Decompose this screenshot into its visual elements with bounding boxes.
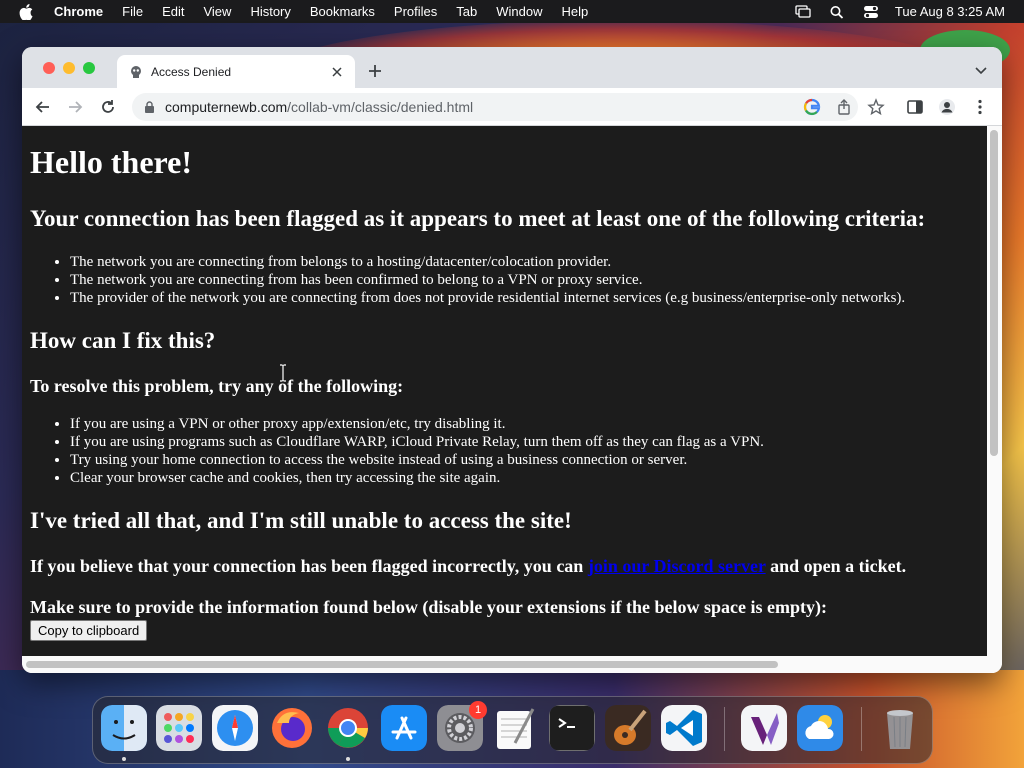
dock-separator xyxy=(861,707,862,751)
weather-icon[interactable] xyxy=(797,705,843,751)
tab-title: Access Denied xyxy=(151,65,232,79)
vscode-icon[interactable] xyxy=(661,705,707,751)
safari-icon[interactable] xyxy=(212,705,258,751)
horizontal-scrollbar[interactable] xyxy=(22,656,1002,673)
control-center-icon[interactable] xyxy=(863,5,879,19)
vertical-scrollbar[interactable] xyxy=(987,126,1002,656)
menu-bar: Chrome File Edit View History Bookmarks … xyxy=(0,0,1024,23)
tab-strip: Access Denied xyxy=(22,47,1002,88)
tab-favicon-icon xyxy=(131,66,141,78)
list-item: If you are using a VPN or other proxy ap… xyxy=(70,415,764,433)
menu-view[interactable]: View xyxy=(203,4,231,19)
flagged-suffix: and open a ticket. xyxy=(765,556,907,576)
trash-icon[interactable] xyxy=(877,705,923,751)
steps-list: If you are using a VPN or other proxy ap… xyxy=(30,415,764,487)
list-item: Clear your browser cache and cookies, th… xyxy=(70,469,764,487)
menu-history[interactable]: History xyxy=(250,4,290,19)
url-text[interactable]: computernewb.com/collab-vm/classic/denie… xyxy=(165,99,473,115)
lock-icon[interactable] xyxy=(144,101,155,113)
bookmark-star-icon[interactable] xyxy=(867,98,885,116)
google-lens-icon[interactable] xyxy=(803,98,821,116)
provide-info-text: Make sure to provide the information fou… xyxy=(30,597,828,617)
url-domain: computernewb.com xyxy=(165,99,288,115)
app-store-icon[interactable] xyxy=(381,705,427,751)
criteria-list: The network you are connecting from belo… xyxy=(30,253,905,307)
window-zoom-button[interactable] xyxy=(83,62,95,74)
discord-link[interactable]: join our Discord server xyxy=(588,556,766,576)
more-menu-icon[interactable] xyxy=(971,98,989,116)
browser-toolbar: computernewb.com/collab-vm/classic/denie… xyxy=(22,88,1002,125)
reload-icon[interactable] xyxy=(99,98,117,116)
firefox-icon[interactable] xyxy=(269,705,315,751)
fix-heading: How can I fix this? xyxy=(30,328,216,353)
browser-window: Access Denied computernewb.com/collab-vm… xyxy=(22,47,1002,673)
flagged-incorrectly-text: If you believe that your connection has … xyxy=(30,556,906,577)
chrome-icon[interactable] xyxy=(325,705,371,751)
new-tab-icon[interactable] xyxy=(367,63,383,79)
garageband-icon[interactable] xyxy=(605,705,651,751)
url-path: /collab-vm/classic/denied.html xyxy=(287,99,474,115)
menu-app-name[interactable]: Chrome xyxy=(54,4,103,19)
share-icon[interactable] xyxy=(835,98,853,116)
menu-tab[interactable]: Tab xyxy=(456,4,477,19)
menu-bookmarks[interactable]: Bookmarks xyxy=(310,4,375,19)
horizontal-scroll-thumb[interactable] xyxy=(26,661,778,668)
screen-mirroring-icon[interactable] xyxy=(795,4,811,19)
window-minimize-button[interactable] xyxy=(63,62,75,74)
apple-menu-icon[interactable] xyxy=(19,3,33,20)
list-item: The network you are connecting from belo… xyxy=(70,253,905,271)
copy-to-clipboard-button[interactable]: Copy to clipboard xyxy=(30,620,148,641)
running-indicator xyxy=(122,757,126,761)
tab-close-icon[interactable] xyxy=(329,64,345,80)
menu-clock[interactable]: Tue Aug 8 3:25 AM xyxy=(895,4,1005,19)
menu-edit[interactable]: Edit xyxy=(162,4,184,19)
tab-access-denied[interactable]: Access Denied xyxy=(117,55,355,88)
list-item: The provider of the network you are conn… xyxy=(70,289,905,307)
page-title: Hello there! xyxy=(30,144,193,180)
finder-icon[interactable] xyxy=(101,705,147,751)
spotlight-search-icon[interactable] xyxy=(829,5,845,19)
launchpad-icon[interactable] xyxy=(156,705,202,751)
menu-profiles[interactable]: Profiles xyxy=(394,4,437,19)
dock-separator xyxy=(724,707,725,751)
menu-window[interactable]: Window xyxy=(496,4,542,19)
menu-help[interactable]: Help xyxy=(562,4,589,19)
dock: 1 xyxy=(92,696,933,764)
still-unable-heading: I've tried all that, and I'm still unabl… xyxy=(30,508,572,533)
window-close-button[interactable] xyxy=(43,62,55,74)
page-content: Hello there! Your connection has been fl… xyxy=(22,126,987,656)
resolve-heading: To resolve this problem, try any of the … xyxy=(30,376,404,396)
list-item: If you are using programs such as Cloudf… xyxy=(70,433,764,451)
forward-arrow-icon[interactable] xyxy=(66,98,84,116)
vertical-scroll-thumb[interactable] xyxy=(990,130,998,456)
list-item: Try using your home connection to access… xyxy=(70,451,764,469)
text-cursor-icon xyxy=(280,364,286,382)
profile-avatar-icon[interactable] xyxy=(938,98,956,116)
flagged-prefix: If you believe that your connection has … xyxy=(30,556,588,576)
notification-badge: 1 xyxy=(469,701,487,719)
criteria-heading: Your connection has been flagged as it a… xyxy=(30,206,926,231)
address-bar[interactable]: computernewb.com/collab-vm/classic/denie… xyxy=(132,93,858,121)
terminal-icon[interactable] xyxy=(549,705,595,751)
tab-search-chevron-icon[interactable] xyxy=(975,67,987,75)
back-arrow-icon[interactable] xyxy=(34,98,52,116)
list-item: The network you are connecting from has … xyxy=(70,271,905,289)
running-indicator xyxy=(346,757,350,761)
menu-file[interactable]: File xyxy=(122,4,143,19)
visual-studio-icon[interactable] xyxy=(741,705,787,751)
textedit-icon[interactable] xyxy=(493,705,539,751)
side-panel-icon[interactable] xyxy=(906,98,924,116)
